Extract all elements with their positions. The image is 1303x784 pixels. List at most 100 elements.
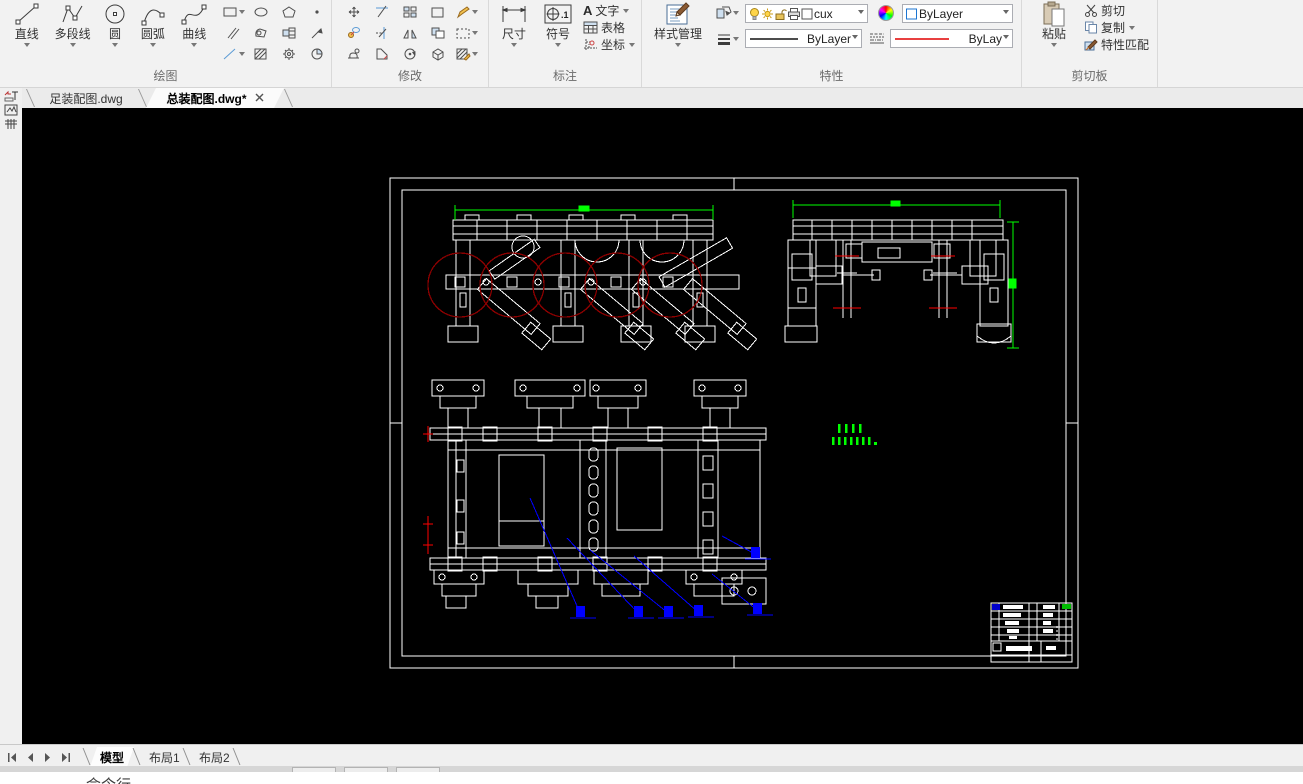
left-toolbar-strip (0, 88, 22, 744)
text-style-tool-icon[interactable] (2, 89, 20, 103)
tab-separator (137, 89, 148, 107)
table-tool-label: 表格 (601, 21, 626, 35)
file-tab-label: 足装配图.dwg (49, 91, 123, 106)
cut-button[interactable]: 剪切 (1084, 2, 1149, 19)
draw-xline-button[interactable] (219, 43, 247, 64)
draw-rectangle-button[interactable] (219, 1, 247, 22)
lineweight-select[interactable]: ByLayer (745, 29, 862, 48)
chevron-down-icon (733, 11, 739, 18)
file-tab-label: 总装配图.dwg* (166, 91, 247, 106)
close-icon[interactable] (255, 91, 264, 105)
model-tab-label: 模型 (100, 750, 125, 765)
chevron-down-icon (471, 51, 478, 59)
draw-ellipse-button[interactable] (247, 1, 275, 22)
modify-rotate-button[interactable] (396, 43, 424, 64)
drawing-canvas[interactable] (22, 108, 1303, 745)
front-view-drawing (445, 214, 758, 351)
draw-ray-button[interactable] (303, 22, 331, 43)
modify-array-button[interactable] (396, 1, 424, 22)
arc-tool-button[interactable]: 圆弧 (132, 0, 173, 67)
draw-parallel-lines-button[interactable] (219, 22, 247, 43)
modify-copy-circle-button[interactable] (340, 22, 368, 43)
chevron-down-icon (858, 10, 864, 17)
style-manager-icon (665, 1, 691, 27)
modify-rectangle-select-button[interactable] (452, 22, 480, 43)
modify-3d-button[interactable] (424, 43, 452, 64)
layout2-tab-label: 布局2 (199, 750, 230, 765)
color-wheel-icon[interactable] (878, 5, 894, 21)
technical-notes-text (832, 424, 877, 445)
lineweight-sample (748, 34, 800, 44)
dimension-button[interactable]: 尺寸 (493, 0, 535, 50)
tab-model[interactable]: 模型 (90, 747, 134, 767)
coordinate-icon (583, 38, 598, 51)
linetype-list-icon[interactable] (868, 31, 886, 45)
draw-polygon-button[interactable] (275, 1, 303, 22)
circle-tool-button[interactable]: 圆 (98, 0, 132, 67)
spline-icon (181, 1, 207, 27)
image-tool-icon[interactable] (2, 103, 20, 117)
chevron-down-icon (623, 8, 630, 16)
modify-mirror-button[interactable] (396, 22, 424, 43)
modify-edit-button[interactable] (452, 1, 480, 22)
line-tool-label: 直线 (14, 27, 39, 41)
modify-chamfer-button[interactable] (368, 43, 396, 64)
spline-tool-label: 曲线 (182, 27, 207, 41)
line-tool-button[interactable]: 直线 (6, 0, 47, 67)
layer-select[interactable]: cux (745, 4, 868, 23)
bulb-icon (748, 7, 761, 21)
first-layout-icon[interactable] (8, 749, 17, 767)
draw-hatch-button[interactable] (247, 43, 275, 64)
ribbon-panel-modify: 修改 (332, 0, 489, 87)
draw-area-button[interactable] (303, 43, 331, 64)
spline-tool-button[interactable]: 曲线 (174, 0, 215, 67)
modify-fillet-button[interactable] (424, 22, 452, 43)
tab-layout2[interactable]: 布局2 (189, 747, 240, 767)
command-line[interactable]: 命令行 (0, 772, 1303, 784)
symbol-button[interactable]: .1 符号 (537, 0, 579, 50)
modify-extend-button[interactable] (368, 22, 396, 43)
tab-separator (82, 748, 91, 765)
draw-panel-label: 绘图 (153, 69, 178, 83)
printer-icon (787, 7, 801, 21)
match-properties-button[interactable]: 特性匹配 (1084, 36, 1149, 53)
modify-hatch-edit-button[interactable] (452, 43, 480, 64)
paste-button[interactable]: 粘贴 (1030, 0, 1078, 50)
color-select[interactable]: ByLayer (902, 4, 1013, 23)
modify-erase-button[interactable] (424, 1, 452, 22)
sun-icon (761, 7, 774, 21)
file-tab-active[interactable]: 总装配图.dwg* (146, 88, 284, 108)
table-grid-tool-icon[interactable] (2, 117, 20, 131)
modify-stamp-button[interactable] (340, 43, 368, 64)
copy-button[interactable]: 复制 (1084, 19, 1149, 36)
draw-region-button[interactable] (247, 22, 275, 43)
arc-icon (140, 1, 166, 27)
last-layout-icon[interactable] (61, 749, 70, 767)
paste-icon (1041, 1, 1067, 27)
unlock-icon (774, 7, 787, 21)
next-layout-icon[interactable] (44, 749, 51, 767)
table-tool-button[interactable]: 表格 (583, 19, 635, 36)
polyline-icon (60, 1, 86, 27)
tab-separator (283, 89, 294, 107)
coordinate-tool-button[interactable]: 坐标 (583, 36, 636, 53)
polyline-tool-button[interactable]: 多段线 (47, 0, 97, 67)
file-tab-inactive[interactable]: 足装配图.dwg (34, 88, 138, 108)
text-tool-button[interactable]: A 文字 (583, 2, 635, 19)
lineweight-tool-button[interactable] (716, 32, 739, 46)
style-manager-button[interactable]: 样式管理 (648, 0, 708, 50)
chevron-down-icon (238, 9, 245, 17)
modify-move-button[interactable] (340, 1, 368, 22)
chevron-down-icon (1129, 25, 1136, 33)
circle-icon (102, 1, 128, 27)
linetype-select[interactable]: ByLay (890, 29, 1013, 48)
linetype-sample (893, 34, 951, 44)
previous-layout-icon[interactable] (27, 749, 34, 767)
modify-trim-button[interactable] (368, 1, 396, 22)
draw-block-button[interactable] (275, 22, 303, 43)
draw-point-button[interactable] (303, 1, 331, 22)
layer-tools-button[interactable] (716, 6, 739, 20)
tab-layout1[interactable]: 布局1 (139, 747, 190, 767)
dimension-label: 尺寸 (501, 27, 526, 41)
draw-gear-button[interactable] (275, 43, 303, 64)
